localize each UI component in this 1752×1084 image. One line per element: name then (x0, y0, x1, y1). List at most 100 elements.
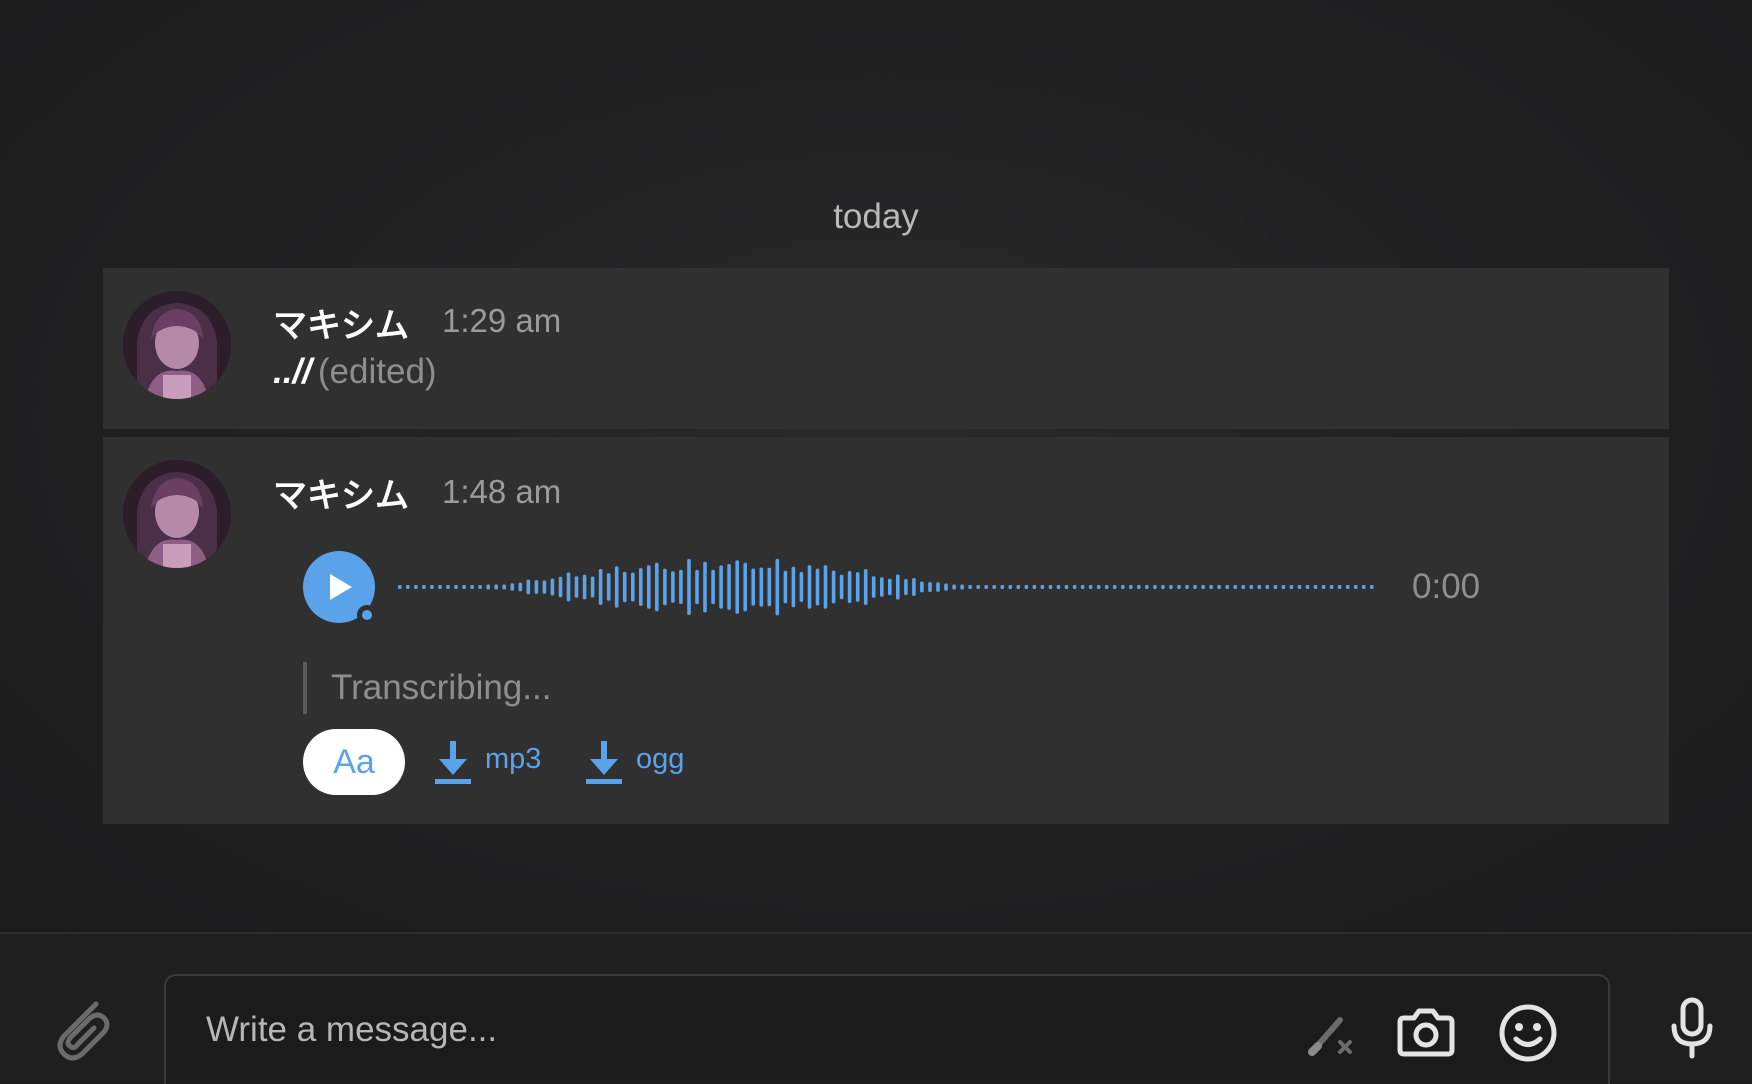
waveform-bar (936, 582, 940, 592)
waveform-bar (1000, 585, 1005, 589)
waveform-bar (414, 585, 418, 589)
waveform-bar (1233, 585, 1237, 589)
waveform-bar (671, 571, 675, 603)
message-input[interactable] (204, 1004, 1208, 1056)
waveform-bar (454, 585, 458, 589)
waveform-bar (663, 568, 667, 606)
microphone-icon[interactable] (1666, 996, 1718, 1067)
waveform-bar (1257, 585, 1262, 589)
waveform-bar (1345, 585, 1350, 589)
play-button[interactable] (303, 551, 377, 625)
clear-formatting-icon[interactable] (1304, 1008, 1358, 1067)
waveform-bar (703, 561, 707, 613)
waveform-bar (871, 576, 876, 598)
waveform-bar (912, 578, 916, 596)
waveform-bar (1145, 585, 1149, 589)
waveform-bar (1249, 585, 1254, 589)
waveform-bar (590, 576, 595, 598)
waveform-bar (647, 565, 651, 609)
waveform-bar (510, 583, 515, 591)
waveform-bar (735, 560, 739, 614)
waveform-bar (888, 578, 892, 596)
waveform-bar (639, 568, 643, 606)
author-name[interactable]: マキシム (273, 468, 409, 517)
waveform-bar (920, 581, 924, 593)
avatar[interactable] (123, 460, 231, 568)
waveform-bar (695, 570, 699, 605)
waveform-bar (815, 568, 820, 606)
waveform-bar (960, 584, 964, 590)
waveform-bar (534, 580, 539, 594)
download-icon (435, 741, 471, 784)
camera-icon[interactable] (1394, 1002, 1458, 1067)
waveform-bar (438, 585, 442, 589)
waveform-bar (759, 567, 764, 607)
waveform-bar (1297, 585, 1302, 589)
waveform-bar (655, 562, 659, 612)
waveform-bar (1361, 585, 1366, 589)
waveform-bar (1104, 585, 1109, 589)
waveform-bar (430, 585, 434, 589)
avatar[interactable] (123, 291, 231, 399)
waveform-bar (462, 585, 466, 589)
waveform-bar (928, 582, 932, 592)
waveform-bar (622, 571, 627, 603)
play-icon (330, 574, 352, 600)
waveform-bar (406, 585, 410, 589)
waveform-bar (614, 566, 619, 608)
waveform-bar (1281, 585, 1286, 589)
waveform-bar (1241, 585, 1245, 589)
waveform-bar (1129, 585, 1133, 589)
waveform-bar (1321, 585, 1326, 589)
download-status-icon (357, 605, 377, 625)
date-separator: today (833, 197, 919, 236)
waveform-bar (631, 572, 635, 602)
waveform-bar (1032, 585, 1037, 589)
waveform-bar (992, 585, 996, 589)
waveform-bar (783, 570, 788, 604)
waveform-bar (574, 576, 579, 598)
download-mp3-label[interactable]: mp3 (485, 743, 541, 776)
waveform-bar (526, 579, 531, 595)
waveform-bar (775, 558, 780, 616)
emoji-icon[interactable] (1497, 1002, 1559, 1069)
waveform-bar (847, 571, 852, 603)
paperclip-icon[interactable] (50, 994, 114, 1067)
composer-bar (0, 932, 1752, 1084)
waveform-bar (823, 565, 828, 609)
waveform-bar (904, 579, 908, 596)
waveform-bar (1137, 585, 1141, 589)
waveform-bar (1273, 585, 1278, 589)
waveform-bar (1370, 585, 1374, 589)
waveform-bar (1193, 585, 1197, 589)
waveform[interactable] (398, 551, 1378, 623)
waveform-bar (1177, 585, 1181, 589)
waveform-bar (1169, 585, 1173, 589)
waveform-bar (606, 573, 611, 601)
waveform-bar (791, 566, 796, 608)
waveform-bar (743, 562, 747, 612)
waveform-bar (1161, 585, 1165, 589)
waveform-bar (839, 574, 844, 600)
waveform-bar (470, 585, 474, 589)
transcribe-button[interactable]: Aa (303, 729, 405, 795)
waveform-bar (687, 559, 691, 615)
waveform-bar (727, 564, 731, 610)
download-ogg-label[interactable]: ogg (636, 743, 684, 776)
message-time: 1:48 am (442, 473, 562, 510)
waveform-bar (1121, 585, 1125, 589)
waveform-bar (1153, 585, 1157, 589)
waveform-bar (1201, 585, 1205, 589)
message[interactable]: マキシム 1:48 am 0:00 Transcribing... Aa mp3 (103, 437, 1669, 824)
waveform-bar (566, 572, 571, 602)
message[interactable]: マキシム 1:29 am ..//(edited) (103, 268, 1669, 429)
waveform-bar (1313, 585, 1318, 589)
waveform-bar (1289, 585, 1294, 589)
waveform-bar (767, 567, 772, 607)
waveform-bar (446, 585, 450, 589)
author-name[interactable]: マキシム (273, 298, 409, 347)
waveform-bar (968, 585, 972, 589)
message-text: ..// (273, 352, 312, 391)
waveform-bar (863, 569, 868, 605)
waveform-bar (1072, 585, 1077, 589)
